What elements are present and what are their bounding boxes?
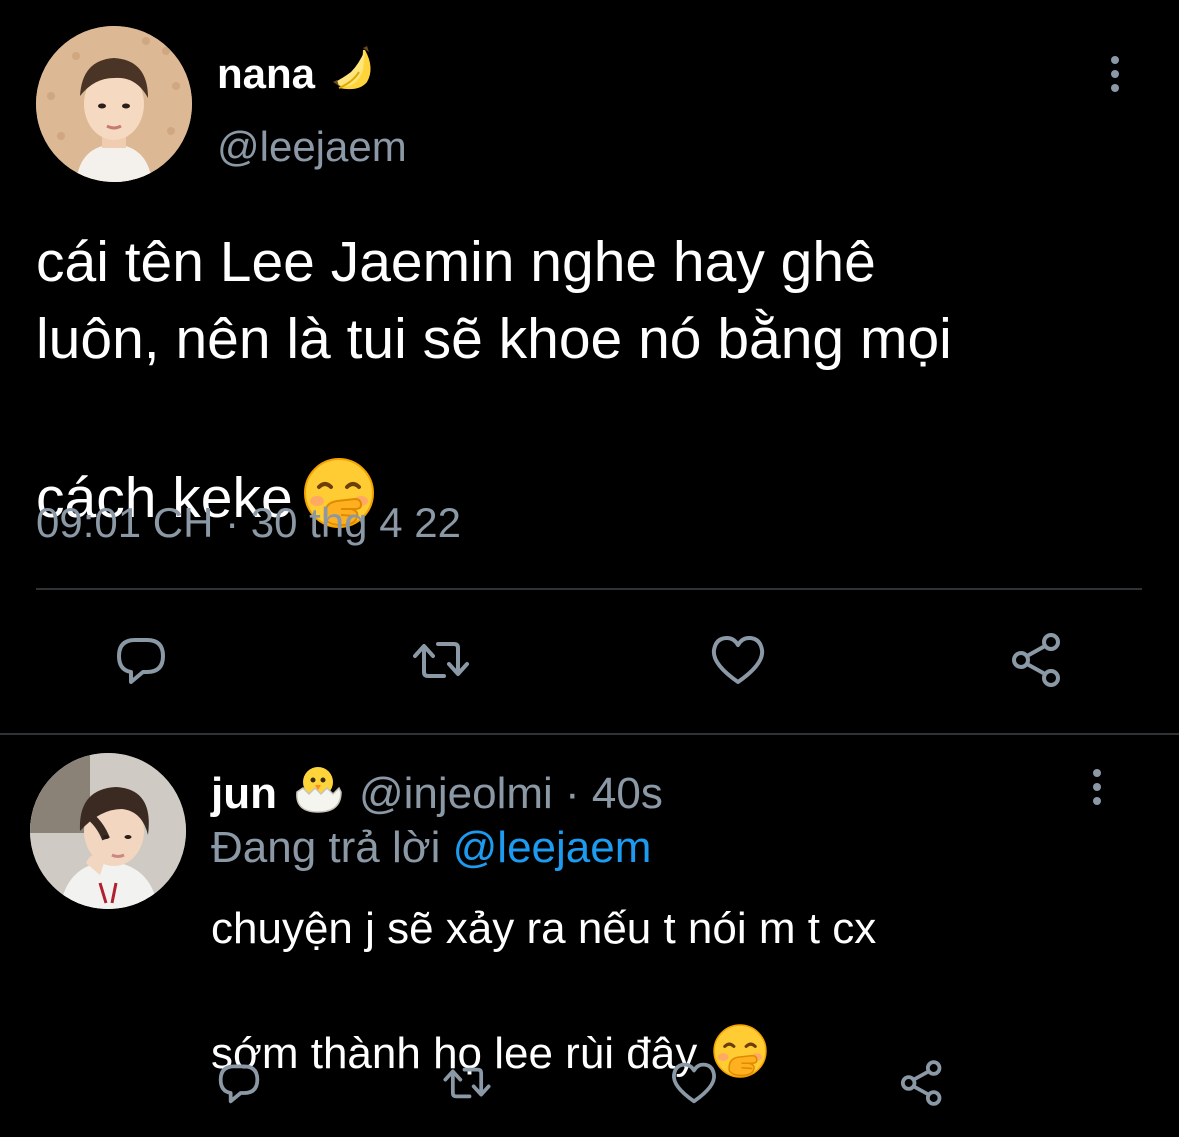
- timestamp[interactable]: 09:01 CH · 30 thg 4 22: [36, 497, 461, 549]
- more-options-icon[interactable]: [1100, 52, 1130, 96]
- banana-emoji: [329, 42, 381, 105]
- reply-handle-time[interactable]: @injeolmi · 40s: [359, 768, 663, 820]
- display-name-text: nana: [217, 49, 316, 97]
- share-button[interactable]: [895, 1058, 949, 1112]
- heart-icon: [708, 630, 768, 695]
- reply-button[interactable]: [212, 1058, 266, 1112]
- reply-header: jun @injeolmi · 40s: [211, 760, 663, 828]
- hatching-chick-emoji: [289, 760, 347, 828]
- avatar[interactable]: [36, 26, 192, 182]
- divider: [0, 733, 1179, 735]
- more-options-icon[interactable]: [1082, 765, 1112, 809]
- mention-link[interactable]: @leejaem: [453, 823, 652, 872]
- retweet-icon: [410, 630, 472, 695]
- replying-prefix: Đang trả lời: [211, 823, 441, 872]
- retweet-button[interactable]: [440, 1058, 494, 1112]
- avatar[interactable]: [30, 753, 186, 909]
- retweet-button[interactable]: [408, 629, 474, 695]
- retweet-icon: [441, 1058, 493, 1113]
- replying-to: Đang trả lời @leejaem: [211, 822, 651, 874]
- reply-text-content: chuyện j sẽ xảy ra nếu t nói m t cx sớm …: [211, 904, 877, 1078]
- reply-text: chuyện j sẽ xảy ra nếu t nói m t cx sớm …: [211, 898, 1091, 1097]
- like-button[interactable]: [705, 629, 771, 695]
- reply-button[interactable]: [108, 629, 174, 695]
- share-button[interactable]: [1004, 629, 1070, 695]
- tweet-text-content: cái tên Lee Jaemin nghe hay ghê luôn, nê…: [36, 230, 952, 530]
- reply-display-name[interactable]: jun: [211, 768, 277, 820]
- heart-icon: [669, 1058, 719, 1113]
- like-button[interactable]: [667, 1058, 721, 1112]
- handle[interactable]: @leejaem: [217, 122, 407, 172]
- divider: [36, 588, 1142, 590]
- display-name[interactable]: nana: [217, 42, 381, 105]
- reply-icon: [214, 1058, 264, 1113]
- reply-icon: [111, 630, 171, 695]
- share-icon: [1007, 630, 1067, 695]
- share-icon: [897, 1058, 947, 1113]
